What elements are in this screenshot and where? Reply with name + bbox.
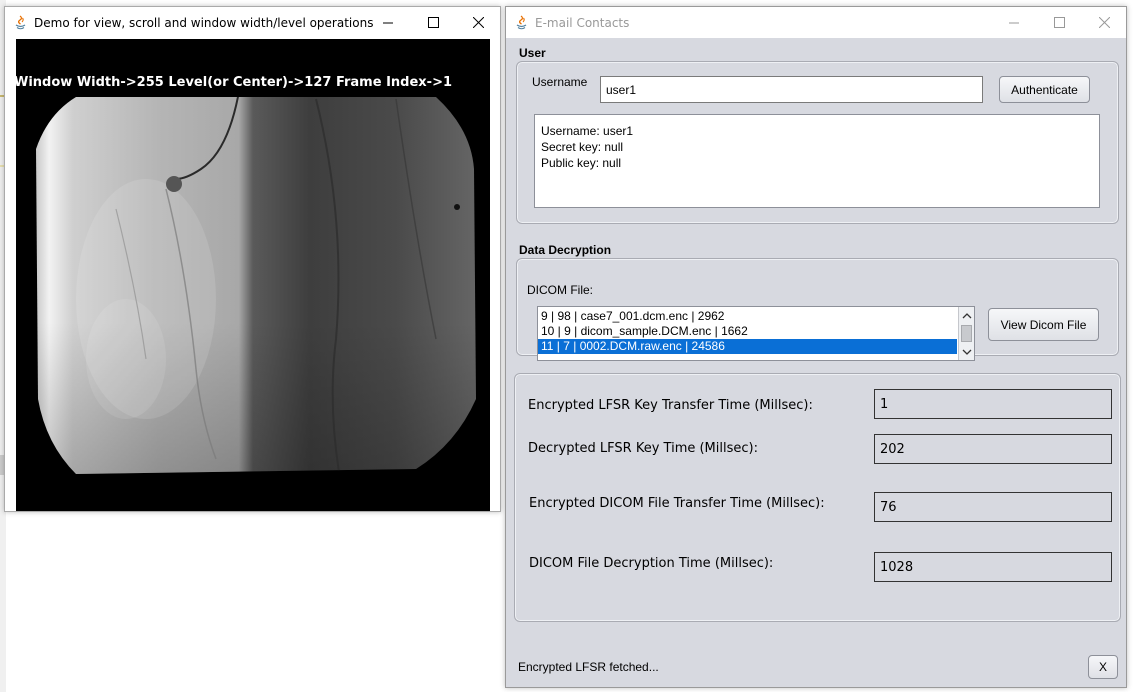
decryption-panel: DICOM File: 9 | 98 | case7_001.dcm.enc |… xyxy=(516,258,1119,361)
title-bar[interactable]: Demo for view, scroll and window width/l… xyxy=(5,7,500,38)
dicom-file-list-item[interactable]: 11 | 7 | 0002.DCM.raw.enc | 24586 xyxy=(538,339,957,354)
username-input[interactable]: user1 xyxy=(600,76,983,103)
view-dicom-file-button[interactable]: View Dicom File xyxy=(988,308,1099,341)
metric-label: Encrypted DICOM File Transfer Time (Mill… xyxy=(529,496,825,511)
minimize-button[interactable] xyxy=(992,7,1037,38)
info-line-username: Username: user1 xyxy=(541,124,634,138)
dicom-file-list[interactable]: 9 | 98 | case7_001.dcm.enc | 2962 10 | 9 … xyxy=(537,306,975,361)
metric-label: DICOM File Decryption Time (Millsec): xyxy=(529,556,774,571)
window-title: E-mail Contacts xyxy=(535,16,630,30)
info-line-secret-key: Secret key: null xyxy=(541,140,624,154)
window-level-overlay: Window Width->255 Level(or Center)->127 … xyxy=(16,75,453,90)
close-icon xyxy=(1099,17,1110,28)
close-x-button[interactable]: X xyxy=(1088,655,1118,679)
dicom-viewer-window: Demo for view, scroll and window width/l… xyxy=(4,6,501,512)
dicom-image-viewport[interactable]: Window Width->255 Level(or Center)->127 … xyxy=(16,39,490,511)
maximize-icon xyxy=(1054,17,1065,28)
decryption-section-heading: Data Decryption xyxy=(519,243,612,257)
scroll-down-icon[interactable] xyxy=(962,347,972,357)
minimize-icon xyxy=(383,22,393,24)
dicom-file-label: DICOM File: xyxy=(527,283,593,297)
email-contacts-window: E-mail Contacts User Username user1 Auth… xyxy=(505,6,1127,688)
metric-value-field[interactable]: 1 xyxy=(874,389,1112,419)
scroll-up-icon[interactable] xyxy=(962,311,972,321)
list-scrollbar[interactable] xyxy=(958,307,974,360)
minimize-icon xyxy=(1009,22,1019,24)
metric-label: Encrypted LFSR Key Transfer Time (Millse… xyxy=(528,398,813,413)
minimize-button[interactable] xyxy=(366,7,411,38)
username-label: Username xyxy=(532,75,588,89)
dicom-file-list-item[interactable]: 10 | 9 | dicom_sample.DCM.enc | 1662 xyxy=(538,324,957,339)
maximize-icon xyxy=(428,17,439,28)
close-icon xyxy=(473,17,484,28)
window-title: Demo for view, scroll and window width/l… xyxy=(34,16,374,30)
info-line-public-key: Public key: null xyxy=(541,156,622,170)
close-button[interactable] xyxy=(1082,7,1127,38)
authenticate-button[interactable]: Authenticate xyxy=(999,76,1090,103)
status-text: Encrypted LFSR fetched... xyxy=(518,660,659,674)
user-section-heading: User xyxy=(519,46,546,60)
close-button[interactable] xyxy=(456,7,501,38)
user-panel: Username user1 Authenticate Username: us… xyxy=(516,61,1119,224)
x-ray-image xyxy=(16,39,490,511)
metrics-panel: Encrypted LFSR Key Transfer Time (Millse… xyxy=(514,373,1121,622)
dicom-file-list-item[interactable]: 9 | 98 | case7_001.dcm.enc | 2962 xyxy=(538,309,957,324)
metric-value-field[interactable]: 76 xyxy=(874,492,1112,522)
title-bar[interactable]: E-mail Contacts xyxy=(506,7,1126,38)
user-info-area[interactable]: Username: user1 Secret key: null Public … xyxy=(534,114,1100,208)
maximize-button[interactable] xyxy=(1037,7,1082,38)
metric-value-field[interactable]: 202 xyxy=(874,434,1112,464)
metric-label: Decrypted LFSR Key Time (Millsec): xyxy=(528,441,758,456)
java-icon xyxy=(15,15,26,30)
java-icon xyxy=(516,15,527,30)
scroll-thumb[interactable] xyxy=(961,325,972,342)
metric-value-field[interactable]: 1028 xyxy=(874,552,1112,582)
maximize-button[interactable] xyxy=(411,7,456,38)
